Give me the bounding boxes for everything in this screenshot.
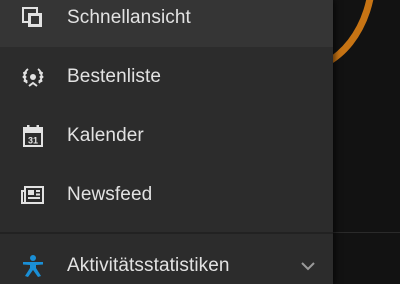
drawer-item-label: Newsfeed	[67, 183, 153, 205]
drawer-item-label: Bestenliste	[67, 65, 162, 87]
drawer-item-newsfeed[interactable]: Newsfeed	[0, 165, 333, 224]
chevron-down-icon[interactable]	[298, 256, 318, 276]
drawer-item-bestenliste[interactable]: Bestenliste	[0, 47, 333, 106]
laurel-wreath-icon	[21, 65, 45, 89]
navigation-drawer: Schnellansicht Bestenliste 31 Kalender N…	[0, 0, 333, 284]
drawer-section-aktivitaetsstatistiken[interactable]: Aktivitätsstatistiken	[0, 236, 333, 284]
drawer-item-label: Schnellansicht	[67, 6, 191, 28]
calendar-icon: 31	[21, 124, 45, 148]
newspaper-icon	[21, 183, 45, 207]
person-activity-icon	[21, 254, 45, 278]
drawer-divider	[0, 232, 333, 234]
drawer-item-label: Kalender	[67, 124, 144, 146]
backdrop-divider	[333, 232, 400, 233]
drawer-section-label: Aktivitätsstatistiken	[67, 254, 230, 276]
calendar-day: 31	[28, 135, 38, 145]
drawer-item-kalender[interactable]: 31 Kalender	[0, 106, 333, 165]
drawer-item-schnellansicht[interactable]: Schnellansicht	[0, 0, 333, 47]
quick-view-icon	[21, 6, 45, 30]
